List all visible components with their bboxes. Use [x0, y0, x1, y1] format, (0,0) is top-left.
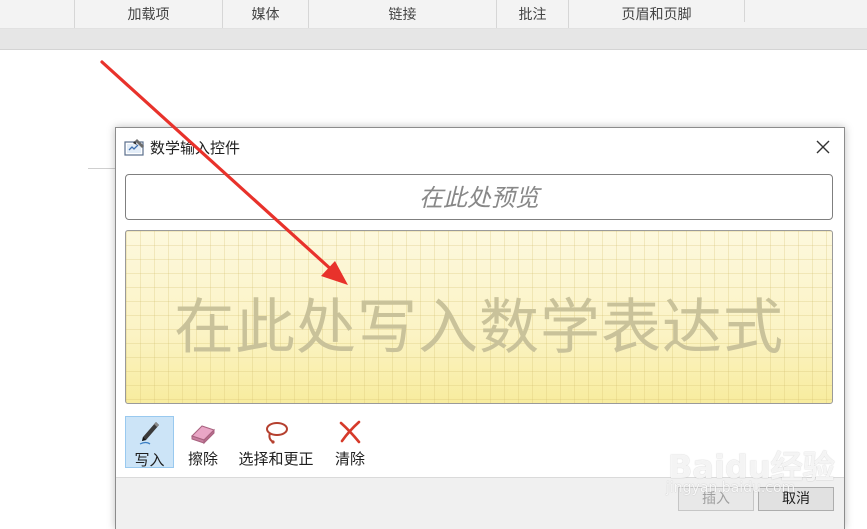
ribbon-group-label: 链接 — [388, 7, 417, 23]
pen-icon — [139, 422, 159, 445]
tool-label: 写入 — [134, 451, 165, 469]
insert-button[interactable]: 插入 — [678, 487, 754, 511]
cancel-button[interactable]: 取消 — [758, 487, 834, 511]
dialog-titlebar[interactable]: 数学输入控件 — [116, 128, 844, 166]
ribbon-group-media[interactable]: 媒体 — [222, 0, 308, 28]
close-icon — [816, 140, 830, 154]
close-button[interactable] — [810, 134, 836, 160]
preview-placeholder: 在此处预览 — [419, 184, 539, 212]
write-tool-button[interactable]: 写入 — [125, 416, 174, 469]
math-input-dialog: 数学输入控件 在此处预览 在此处写入数学表达式 写入 擦除 选择和更正 清除 插… — [115, 127, 845, 529]
lasso-icon — [266, 422, 288, 444]
tool-label: 擦除 — [187, 450, 218, 468]
clear-tool-button[interactable]: 清除 — [326, 416, 374, 468]
erase-tool-button[interactable]: 擦除 — [179, 416, 227, 468]
ribbon-group-header-footer[interactable]: 页眉和页脚 — [568, 0, 744, 28]
tool-label: 选择和更正 — [238, 450, 314, 468]
dialog-footer: 插入 取消 — [116, 477, 844, 529]
pad-placeholder: 在此处写入数学表达式 — [174, 293, 784, 363]
ribbon-group-comments[interactable]: 批注 — [496, 0, 568, 28]
ribbon-group-label: 批注 — [518, 7, 547, 23]
clear-x-icon — [339, 420, 361, 444]
preview-area: 在此处预览 — [125, 174, 833, 220]
ribbon-group-label: 加载项 — [127, 7, 170, 23]
dialog-title: 数学输入控件 — [150, 139, 241, 157]
eraser-icon — [191, 425, 215, 445]
writing-pad[interactable]: 在此处写入数学表达式 — [125, 230, 833, 404]
document-rule-line — [88, 168, 116, 169]
ribbon-group-addins[interactable]: 加载项 — [74, 0, 222, 28]
ribbon-bottom-strip — [0, 29, 867, 50]
ribbon-divider — [744, 0, 745, 22]
select-correct-tool-button[interactable]: 选择和更正 — [232, 416, 320, 468]
ribbon-group-label: 页眉和页脚 — [621, 7, 692, 23]
math-input-icon — [124, 137, 146, 157]
ribbon-group-label: 媒体 — [251, 7, 280, 23]
ribbon-group-links[interactable]: 链接 — [308, 0, 496, 28]
tool-label: 清除 — [334, 450, 365, 468]
ribbon-group-labels: 加载项 媒体 链接 批注 页眉和页脚 — [0, 0, 867, 29]
